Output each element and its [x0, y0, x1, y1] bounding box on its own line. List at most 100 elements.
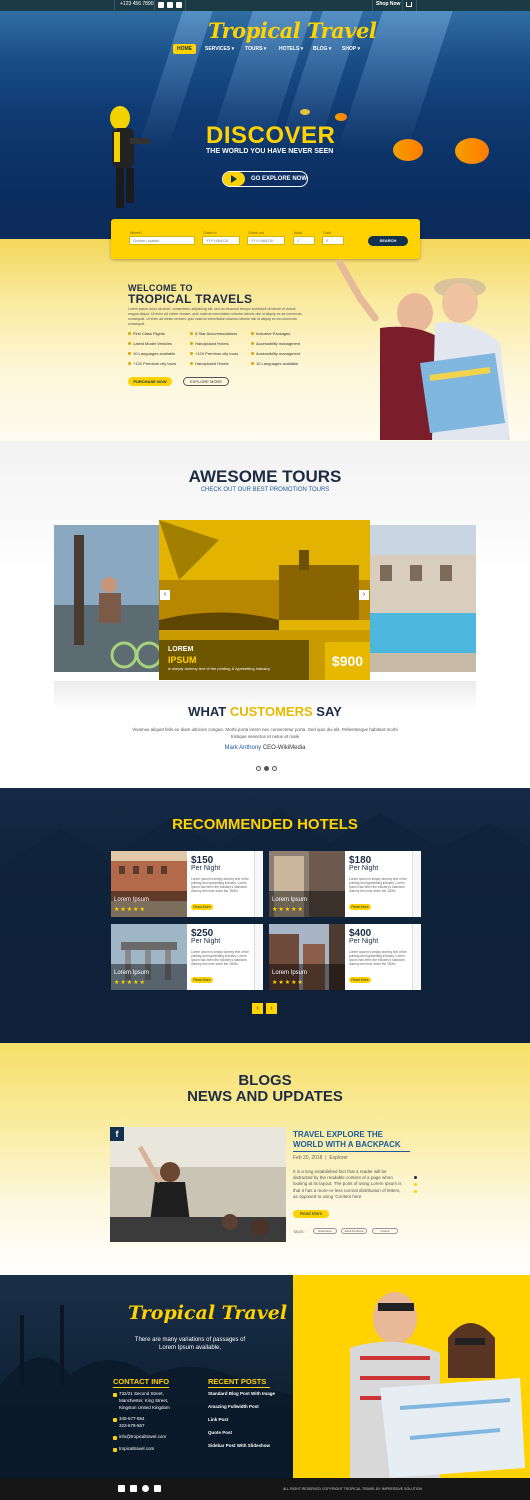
youtube-icon[interactable]	[154, 1485, 161, 1492]
shop-now-link[interactable]: Shop Now	[376, 1, 400, 7]
read-more-button[interactable]: Read More	[349, 977, 371, 983]
globe-icon	[113, 1448, 117, 1452]
search-panel: Where? Choose Location Check in YYYY-MM-…	[111, 219, 420, 259]
search-label: Child	[323, 231, 331, 235]
facebook-icon[interactable]	[118, 1485, 125, 1492]
slider-dot[interactable]	[414, 1190, 417, 1193]
adult-select[interactable]: 1	[293, 236, 315, 245]
check-out-field[interactable]: YYYY-MM-DD	[247, 236, 285, 245]
recent-post-link[interactable]: Sidebar Post With Slideshow	[208, 1443, 270, 1448]
feature-item: Handpicked Hotels	[190, 341, 229, 346]
carousel-next-button[interactable]: ›	[359, 590, 369, 600]
hotel-actions[interactable]	[412, 851, 421, 917]
recent-post-link[interactable]: Standard Blog Post With Image	[208, 1391, 275, 1396]
cart-icon[interactable]	[406, 2, 412, 7]
carousel-dot-active[interactable]	[264, 766, 269, 771]
tour-card-left[interactable]	[54, 525, 160, 672]
hero-subtitle: THE WORLD YOU HAVE NEVER SEEN	[206, 148, 334, 155]
recent-post-link[interactable]: Quote Post	[208, 1430, 232, 1435]
address-line: Kingston United Kingdom	[119, 1405, 170, 1410]
feature-item: Handpicked Hotels	[190, 361, 229, 366]
facebook-icon[interactable]: f	[110, 1127, 124, 1141]
fish-image	[300, 109, 310, 115]
recent-post-link[interactable]: Amazing Fullwidth Post	[208, 1404, 259, 1409]
hotel-rating: ★★★★★	[272, 980, 304, 986]
site-logo[interactable]: Tropical Travel	[208, 18, 377, 43]
read-more-button[interactable]: Read More	[349, 904, 371, 910]
facebook-icon[interactable]	[158, 2, 164, 8]
blog-post-image[interactable]	[110, 1127, 286, 1242]
address-line: Manchester, King Street,	[119, 1398, 169, 1403]
tag-chip[interactable]: Insane	[372, 1228, 398, 1234]
nav-services[interactable]: SERVICES ▾	[205, 46, 234, 56]
feature-item: +120 Premium city tours	[190, 351, 238, 356]
email-link[interactable]: info@tropicaltravel.com	[119, 1434, 166, 1439]
website-link[interactable]: tropicaltravel.com	[119, 1446, 154, 1451]
phone-number[interactable]: +123 456 7890	[120, 1, 154, 7]
tours-title: AWESOME TOURS	[188, 467, 342, 486]
purchase-now-button[interactable]: PURCHASE NOW	[128, 377, 172, 386]
tag-chip[interactable]: Adult Perfume	[341, 1228, 367, 1234]
tour-card-description: is simply dummy text of the printing & t…	[168, 666, 271, 671]
hotel-per-night: Per Night	[191, 865, 221, 872]
blogs-subtitle: NEWS AND UPDATES	[187, 1088, 343, 1105]
nav-home[interactable]: HOME	[173, 44, 196, 54]
search-label: Check in	[203, 231, 217, 235]
feature-item: 10 Languages available	[128, 351, 175, 356]
fish-image	[335, 113, 347, 121]
read-more-button[interactable]: Read More	[191, 904, 213, 910]
twitter-icon[interactable]	[130, 1485, 137, 1492]
scuba-diver-image	[110, 106, 150, 208]
fish-image	[393, 139, 423, 161]
carousel-dot[interactable]	[256, 766, 261, 771]
instagram-icon[interactable]	[142, 1485, 149, 1492]
child-select[interactable]: 0	[322, 236, 344, 245]
hotel-card[interactable]: Lorem Ipsum ★★★★★ $180 Per Night Lorem I…	[269, 851, 421, 917]
check-in-field[interactable]: YYYY-MM-DD	[202, 236, 240, 245]
location-icon	[113, 1393, 117, 1397]
carousel-prev-button[interactable]: ‹	[160, 590, 170, 600]
hotel-card[interactable]: Lorem Ipsum ★★★★★ $250 Per Night Lorem I…	[111, 924, 263, 990]
nav-tours[interactable]: TOURS ▾	[245, 46, 266, 56]
hotel-card[interactable]: Lorem Ipsum ★★★★★ $150 Per Night Lorem I…	[111, 851, 263, 917]
feature-item: Inclusive Packages	[251, 331, 290, 336]
hotels-next-button[interactable]: ›	[266, 1003, 277, 1014]
search-button[interactable]: SEARCH	[368, 236, 408, 246]
blog-read-more-button[interactable]: Read More	[293, 1210, 329, 1218]
tag-chip[interactable]: Adventure	[313, 1228, 337, 1234]
tour-card-right[interactable]	[370, 525, 476, 672]
hotels-prev-button[interactable]: ‹	[252, 1003, 263, 1014]
feature-item: Accessibility managment	[251, 351, 300, 356]
carousel-dot[interactable]	[272, 766, 277, 771]
read-more-button[interactable]: Read More	[191, 977, 213, 983]
go-explore-button[interactable]: GO EXPLORE NOW	[222, 171, 308, 187]
hotel-actions[interactable]	[412, 924, 421, 990]
divider	[293, 1151, 410, 1152]
recent-post-link[interactable]: Link Post	[208, 1417, 228, 1422]
nav-blog[interactable]: BLOG ▾	[313, 46, 331, 56]
hotel-actions[interactable]	[254, 924, 263, 990]
phone-line[interactable]: 345-677-554	[119, 1416, 145, 1421]
slider-dot[interactable]	[414, 1183, 417, 1186]
blog-post-title-line2[interactable]: WORLD WITH A BACKPACK	[293, 1140, 401, 1149]
location-select[interactable]: Choose Location	[129, 236, 195, 245]
tour-card-label-accent: IPSUM	[168, 655, 197, 665]
tourists-image	[336, 259, 510, 440]
hotel-rating: ★★★★★	[114, 907, 146, 913]
nav-shop[interactable]: SHOP ▾	[342, 46, 360, 56]
hotel-rating: ★★★★★	[114, 980, 146, 986]
divider	[154, 0, 155, 11]
nav-hotels[interactable]: HOTELS ▾	[279, 46, 303, 56]
slider-dot[interactable]	[414, 1176, 417, 1179]
hotel-card[interactable]: Lorem Ipsum ★★★★★ $400 Per Night Lorem I…	[269, 924, 421, 990]
blog-post-title[interactable]: TRAVEL EXPLORE THE	[293, 1130, 383, 1139]
phone-line[interactable]: 323-678-567	[119, 1423, 145, 1428]
hotel-description: Lorem Ipsum is simply dummy text of the …	[349, 877, 407, 893]
feature-item: 10 Languages available	[251, 361, 298, 366]
instagram-icon[interactable]	[167, 2, 173, 8]
explore-more-button[interactable]: EXPLORE MORE	[183, 377, 229, 386]
welcome-text: Lorem ipsum dolor sit amet, consectetur …	[128, 307, 302, 326]
hotel-actions[interactable]	[254, 851, 263, 917]
footer-logo[interactable]: Tropical Travel	[128, 1302, 287, 1324]
twitter-icon[interactable]	[176, 2, 182, 8]
